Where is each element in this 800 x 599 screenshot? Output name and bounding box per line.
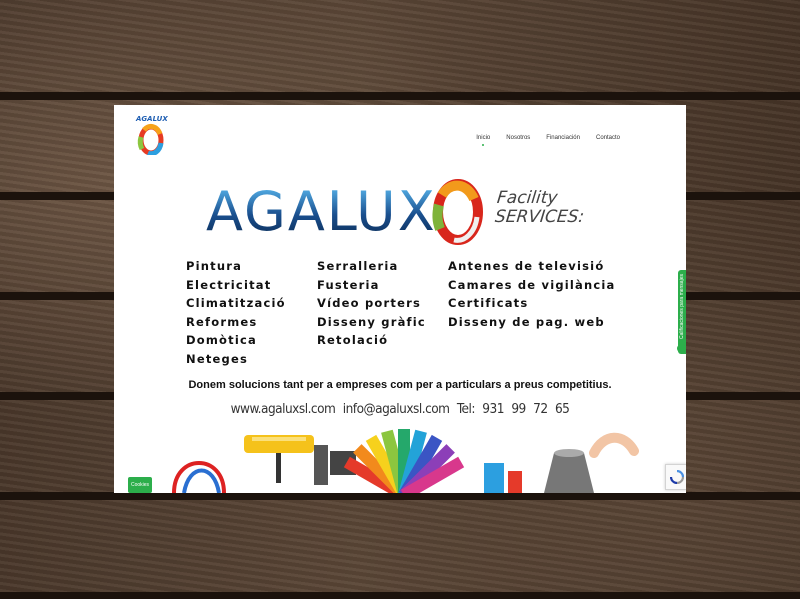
recaptcha-badge[interactable]	[665, 464, 686, 490]
service-item: Electricitat	[186, 277, 272, 292]
website-text: www.agaluxsl.com	[230, 401, 336, 417]
services-column-1: Pintura Electricitat Climatització Refor…	[186, 257, 317, 368]
service-item: Camares de vigilància	[448, 277, 616, 292]
services-list: Pintura Electricitat Climatització Refor…	[186, 257, 638, 368]
main-nav: Inicio Nosotros Financiación Contacto	[476, 135, 620, 141]
recaptcha-icon	[669, 470, 684, 484]
site-logo-text: AGALUX	[136, 115, 168, 123]
service-item: Certificats	[448, 296, 529, 310]
tagline-line2: SERVICES:	[494, 207, 586, 227]
service-item: Pintura	[186, 259, 243, 273]
service-item: Fusteria	[317, 277, 380, 292]
site-logo[interactable]: AGALUX	[136, 115, 168, 159]
service-item: Antenes de televisió	[448, 259, 605, 273]
service-item: Serralleria	[317, 259, 399, 273]
nav-item-financiacion[interactable]: Financiación	[546, 135, 580, 141]
tagline-line1: Facility	[496, 188, 559, 208]
service-item: Climatització	[186, 296, 286, 310]
nav-item-inicio[interactable]: Inicio	[476, 135, 490, 141]
services-column-2: Serralleria Fusteria Vídeo porters Disse…	[317, 257, 448, 368]
nav-item-nosotros[interactable]: Nosotros	[506, 135, 530, 141]
contact-line: www.agaluxsl.com info@agaluxsl.com Tel: …	[114, 401, 686, 417]
service-item: Reformes	[186, 314, 258, 329]
service-item: Retolació	[317, 333, 389, 347]
tools-illustration	[172, 429, 639, 493]
agalux-logo-icon	[432, 179, 483, 245]
phone-text: Tel: 931 99 72 65	[456, 401, 570, 417]
email-text: info@agaluxsl.com	[342, 401, 450, 417]
ratings-side-tab[interactable]: Calificaciones para mensajes	[678, 270, 686, 354]
banner-tagline: Facility SERVICES:	[494, 188, 587, 227]
browser-screenshot: AGALUX Inicio Nosotros Financiación Cont…	[114, 105, 686, 493]
service-item: Disseny de pag. web	[448, 314, 605, 329]
agalux-ring-icon	[137, 123, 164, 157]
cookies-button[interactable]: Cookies	[128, 477, 152, 493]
service-item: Disseny gràfic	[317, 314, 426, 329]
services-column-3: Antenes de televisió Camares de vigilànc…	[448, 257, 638, 368]
side-tab-icon[interactable]	[677, 344, 686, 353]
nav-item-contacto[interactable]: Contacto	[596, 135, 620, 141]
side-tab-label: Calificaciones para mensajes	[679, 274, 685, 340]
banner-subtitle: Donem solucions tant per a empreses com …	[188, 379, 612, 391]
service-item: Vídeo porters	[317, 296, 421, 310]
service-item: Domòtica	[186, 333, 257, 347]
banner-title: AGALUX	[206, 180, 437, 243]
service-item: Neteges	[186, 351, 248, 366]
